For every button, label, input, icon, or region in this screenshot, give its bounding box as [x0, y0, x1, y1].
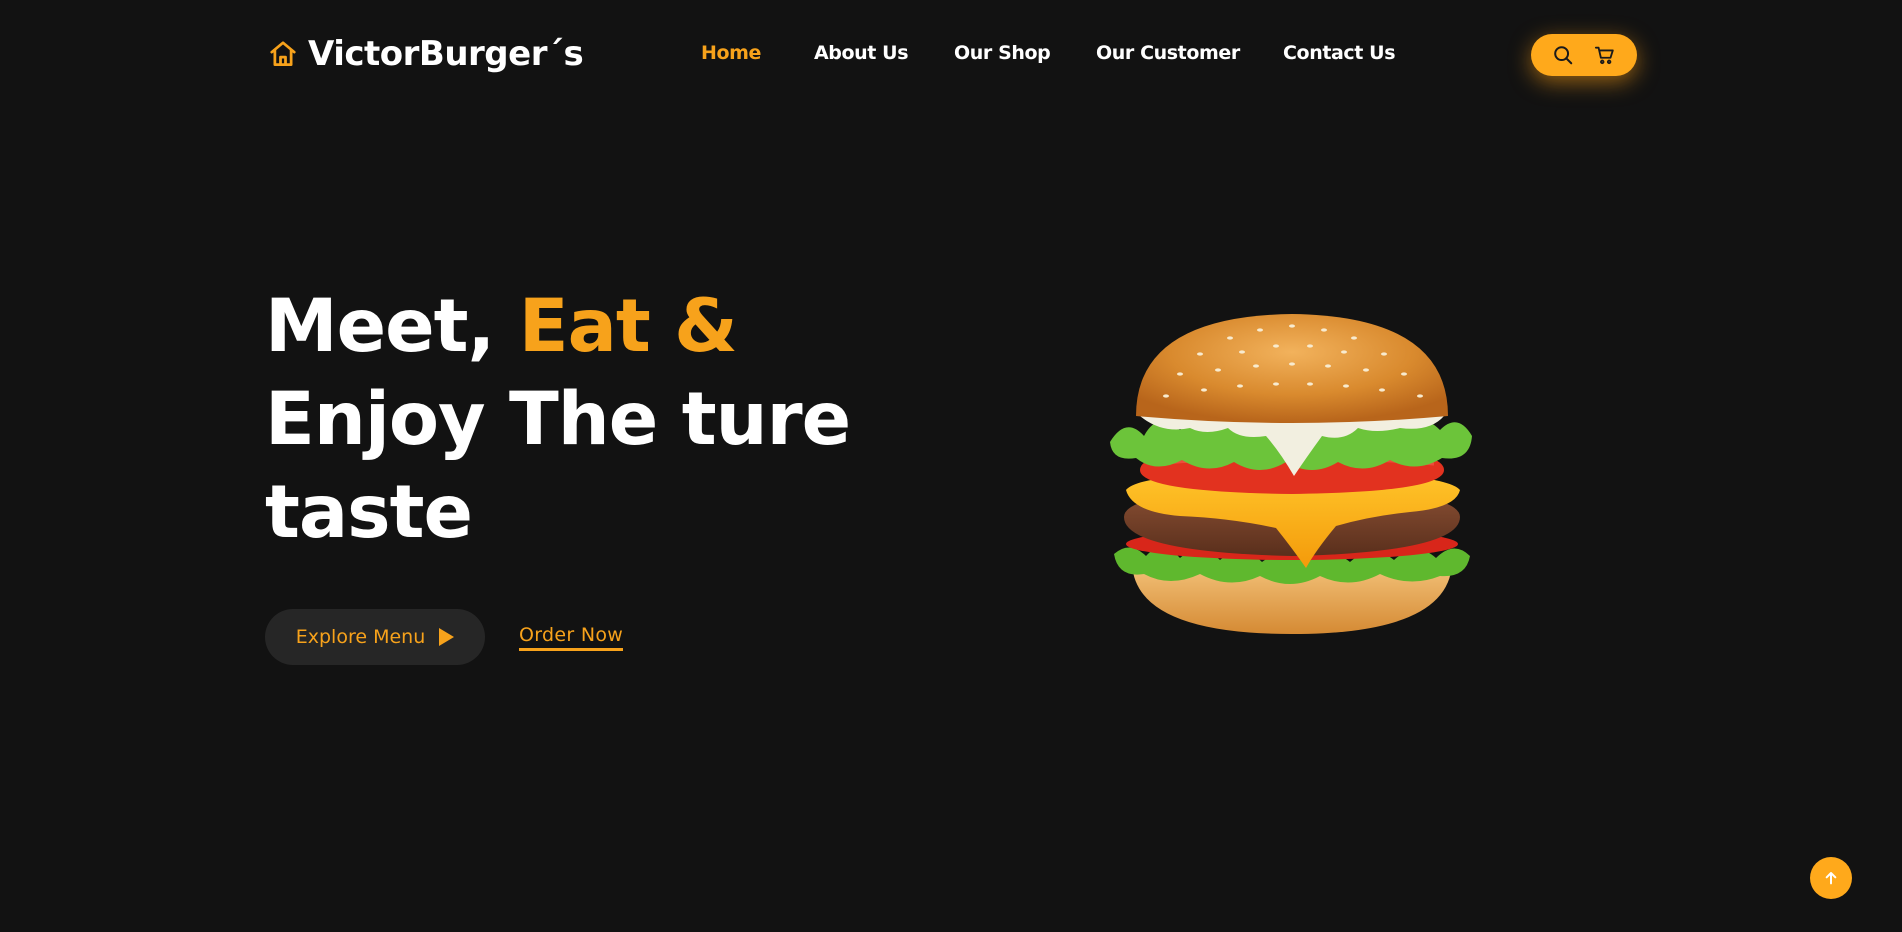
nav-item-contact-us[interactable]: Contact Us	[1283, 42, 1396, 64]
explore-menu-button[interactable]: Explore Menu	[265, 609, 485, 665]
nav-item-our-customer[interactable]: Our Customer	[1096, 42, 1240, 64]
hero-title-accent: Eat &	[518, 284, 738, 369]
nav-item-home[interactable]: Home	[701, 42, 761, 64]
burger-illustration	[1110, 314, 1472, 634]
order-now-link[interactable]: Order Now	[519, 624, 624, 651]
site-header: VictorBurger´s Home About Us Our Shop Ou…	[0, 0, 1902, 110]
burger-image	[1110, 312, 1474, 636]
cart-button[interactable]	[1592, 42, 1618, 68]
hero-title-line3: taste	[265, 470, 473, 555]
explore-menu-label: Explore Menu	[295, 626, 426, 648]
cart-icon	[1594, 46, 1614, 65]
hero-title-part1: Meet,	[265, 284, 519, 369]
scroll-to-top-button[interactable]	[1810, 857, 1852, 899]
search-icon	[1554, 46, 1573, 65]
nav-item-our-shop[interactable]: Our Shop	[954, 42, 1051, 64]
arrow-up-icon	[1825, 872, 1837, 885]
header-actions	[1531, 34, 1637, 76]
play-icon	[439, 628, 455, 646]
search-button[interactable]	[1550, 42, 1576, 68]
nav-item-about-us[interactable]: About Us	[814, 42, 909, 64]
hero-title-line2: Enjoy The ture	[265, 377, 851, 462]
hero-title: Meet, Eat & Enjoy The ture taste	[265, 280, 851, 559]
